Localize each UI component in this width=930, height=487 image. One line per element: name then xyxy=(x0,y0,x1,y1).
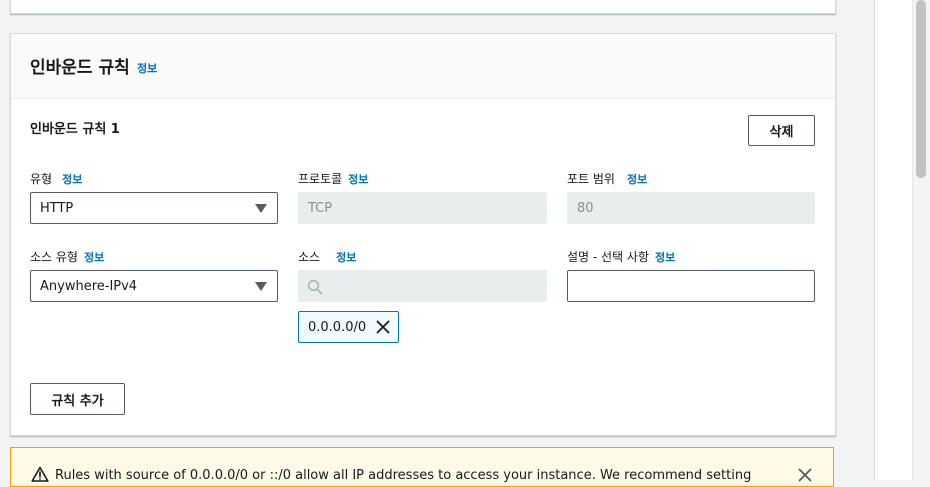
source-label: 소스 정보 xyxy=(298,248,356,265)
warning-alert: Rules with source of 0.0.0.0/0 or ::/0 a… xyxy=(10,447,834,487)
port-range-value: 80 xyxy=(577,200,594,216)
port-range-label: 포트 범위 정보 xyxy=(567,170,647,187)
type-label: 유형 정보 xyxy=(30,170,82,187)
source-token-label: 0.0.0.0/0 xyxy=(308,319,367,335)
port-range-info-link[interactable]: 정보 xyxy=(627,173,647,186)
source-search-input[interactable] xyxy=(298,270,547,302)
port-range-label-text: 포트 범위 xyxy=(567,172,615,186)
previous-section-card xyxy=(10,0,836,14)
panel-info-link[interactable]: 정보 xyxy=(137,60,157,76)
description-info-link[interactable]: 정보 xyxy=(655,251,675,264)
source-type-label-text: 소스 유형 xyxy=(30,250,78,264)
caret-down-icon xyxy=(255,282,267,291)
add-rule-button[interactable]: 규칙 추가 xyxy=(30,383,125,415)
caret-down-icon xyxy=(255,204,267,213)
source-type-select-value: Anywhere-IPv4 xyxy=(40,278,138,294)
protocol-label: 프로토콜 정보 xyxy=(298,170,368,187)
source-info-link[interactable]: 정보 xyxy=(336,251,356,264)
type-select-value: HTTP xyxy=(40,200,74,216)
type-info-link[interactable]: 정보 xyxy=(62,173,82,186)
source-type-label: 소스 유형 정보 xyxy=(30,248,104,265)
panel-title: 인바운드 규칙 xyxy=(30,58,130,78)
description-label-text: 설명 - 선택 사항 xyxy=(567,250,650,264)
close-icon[interactable] xyxy=(376,320,390,334)
source-type-info-link[interactable]: 정보 xyxy=(84,251,104,264)
protocol-label-text: 프로토콜 xyxy=(298,172,343,186)
source-type-select[interactable]: Anywhere-IPv4 xyxy=(30,270,278,302)
port-range-field: 80 xyxy=(567,192,815,224)
source-token: 0.0.0.0/0 xyxy=(298,311,399,343)
rule-title: 인바운드 규칙 1 xyxy=(30,122,120,137)
panel-header: 인바운드 규칙 정보 xyxy=(11,34,835,99)
source-label-text: 소스 xyxy=(298,250,321,264)
scrollbar-thumb[interactable] xyxy=(916,0,926,178)
delete-rule-button[interactable]: 삭제 xyxy=(748,115,815,146)
warning-alert-text: Rules with source of 0.0.0.0/0 or ::/0 a… xyxy=(55,468,752,483)
protocol-info-link[interactable]: 정보 xyxy=(348,173,368,186)
inbound-rules-panel: 인바운드 규칙 정보 인바운드 규칙 1 삭제 유형 정보 프로토콜 정보 포트 범… xyxy=(10,33,836,436)
description-input[interactable] xyxy=(567,270,815,302)
type-select[interactable]: HTTP xyxy=(30,192,278,224)
description-label: 설명 - 선택 사항 정보 xyxy=(567,248,675,265)
search-icon xyxy=(307,279,323,295)
protocol-field: TCP xyxy=(298,192,547,224)
type-label-text: 유형 xyxy=(30,172,53,186)
protocol-value: TCP xyxy=(308,200,333,216)
